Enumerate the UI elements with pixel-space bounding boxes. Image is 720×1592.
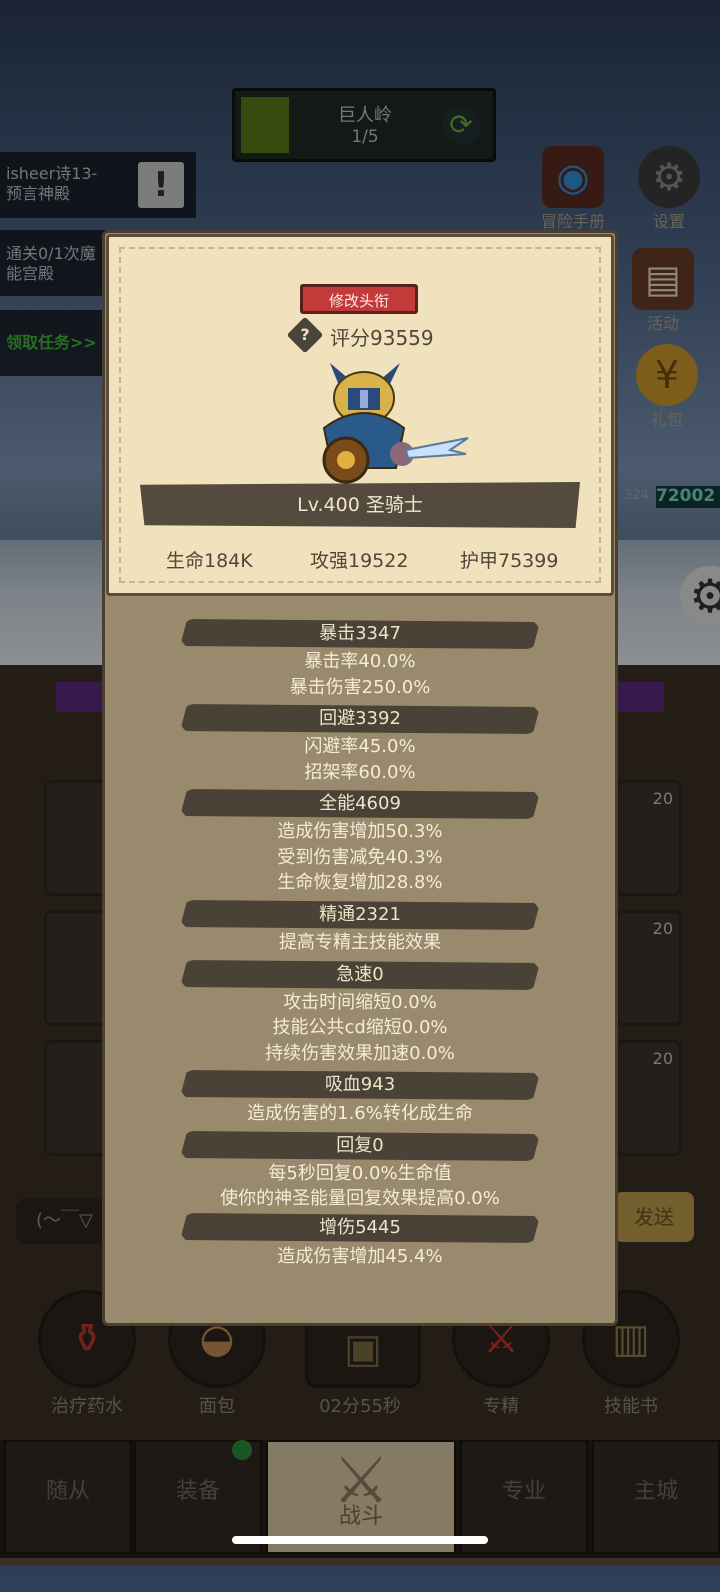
haste-header: 急速0: [180, 960, 540, 990]
leech-desc: 造成伤害的1.6%转化成生命: [247, 1103, 473, 1124]
versatility-header: 全能4609: [180, 789, 540, 819]
crit-rate: 暴击率40.0%: [304, 651, 416, 672]
haste-cd: 技能公共cd缩短0.0%: [272, 1017, 448, 1038]
crit-damage: 暴击伤害250.0%: [289, 677, 431, 698]
regen-header: 回复0: [180, 1131, 540, 1161]
crit-header: 暴击3347: [180, 619, 540, 649]
regen-power: 使你的神圣能量回复效果提高0.0%: [220, 1188, 500, 1209]
help-icon[interactable]: ?: [286, 316, 324, 354]
versatility-damage: 造成伤害增加50.3%: [277, 821, 443, 842]
mastery-desc: 提高专精主技能效果: [279, 932, 441, 953]
hp-stat: 生命184K: [166, 550, 253, 572]
attack-stat: 攻强19522: [310, 550, 409, 572]
dodge-header: 回避3392: [180, 704, 540, 734]
level-class-bar: Lv.400 圣骑士: [140, 482, 580, 528]
leech-header: 吸血943: [180, 1070, 540, 1100]
haste-attack: 攻击时间缩短0.0%: [283, 992, 437, 1013]
versatility-reduction: 受到伤害减免40.3%: [277, 847, 443, 868]
armor-stat: 护甲75399: [460, 550, 559, 572]
haste-dot: 持续伤害效果加速0.0%: [265, 1043, 455, 1064]
parry-rate: 招架率60.0%: [304, 762, 416, 783]
dodge-rate: 闪避率45.0%: [304, 736, 416, 757]
damage-boost-desc: 造成伤害增加45.4%: [277, 1246, 443, 1267]
paladin-avatar: [322, 363, 469, 484]
regen-hp: 每5秒回复0.0%生命值: [268, 1163, 452, 1184]
score-label: 评分93559: [330, 326, 434, 350]
versatility-heal: 生命恢复增加28.8%: [277, 872, 443, 893]
change-title-button[interactable]: 修改头衔: [300, 284, 418, 314]
mastery-header: 精通2321: [180, 900, 540, 930]
damage-boost-header: 增伤5445: [180, 1213, 540, 1243]
home-indicator[interactable]: [232, 1536, 488, 1544]
